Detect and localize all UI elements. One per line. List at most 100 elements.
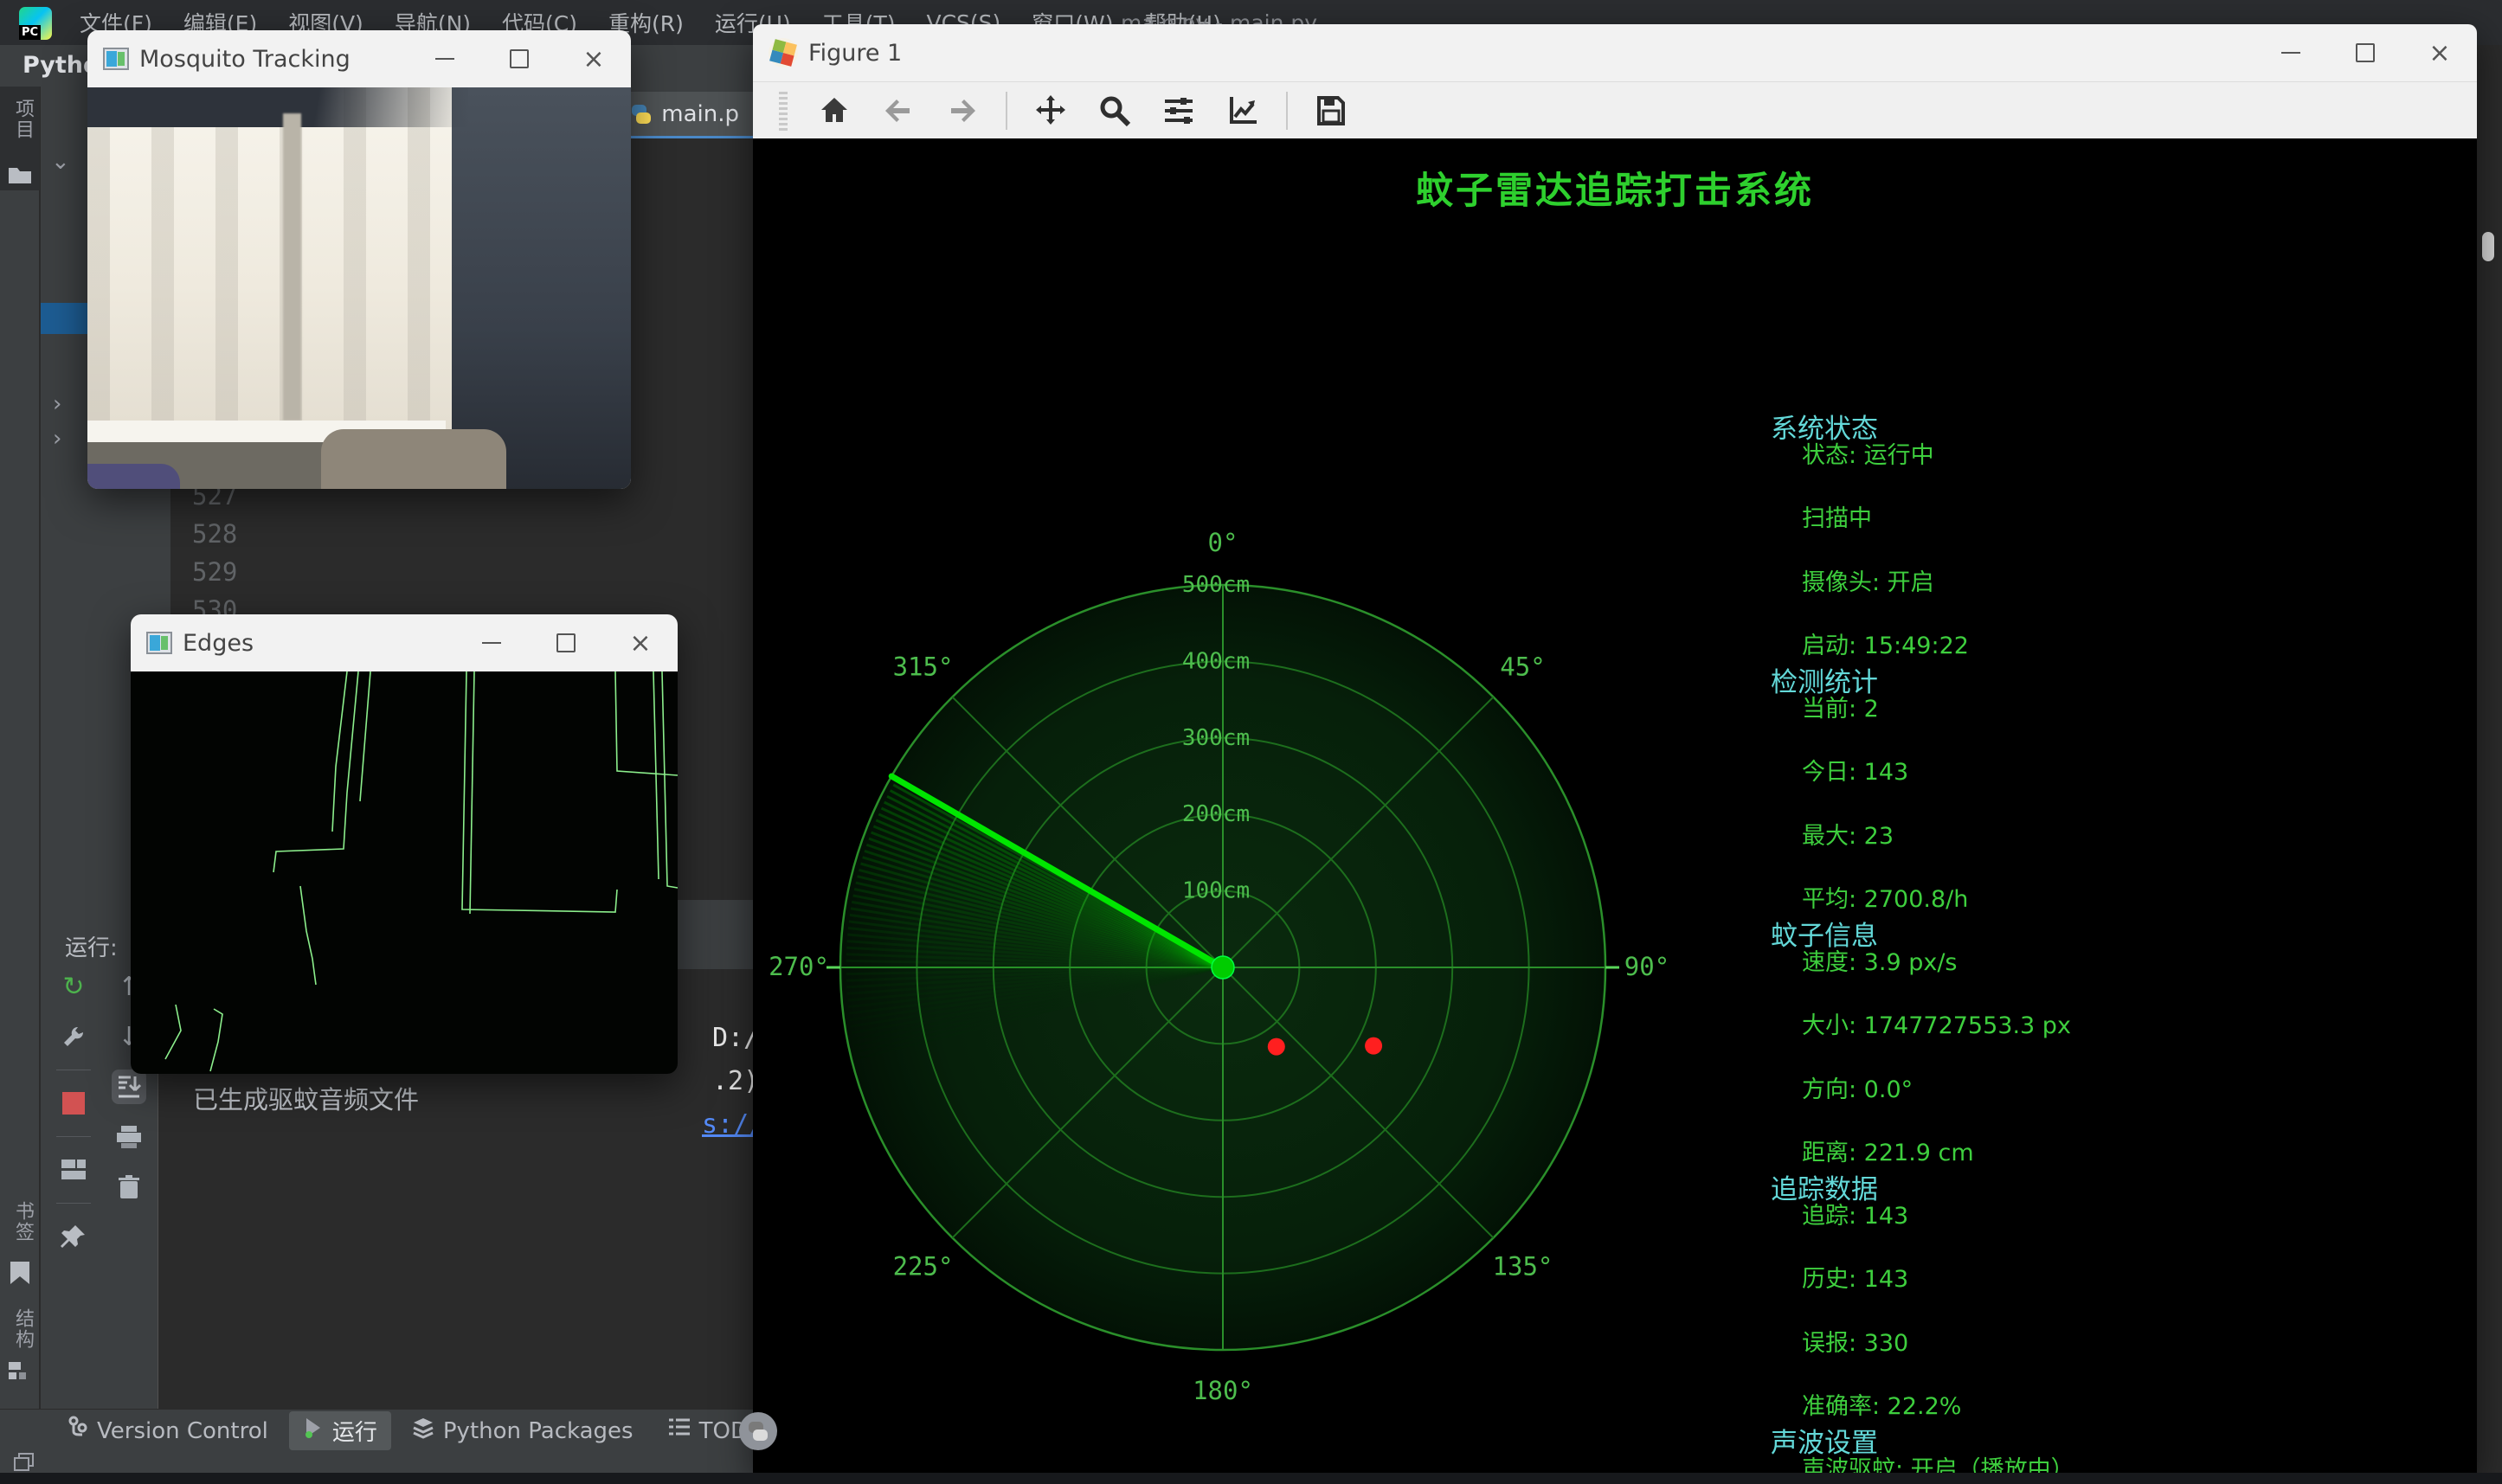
tool-button-label: 运行	[331, 1420, 377, 1446]
sidebar-tab-bookmarks[interactable]: 书签	[9, 1201, 36, 1246]
edges-window: Edges ×	[131, 614, 678, 1074]
tool-button-label: Version Control	[97, 1417, 268, 1444]
toolbar-home-icon[interactable]	[814, 90, 855, 132]
panel-row: 方向: 0.0°	[1802, 1076, 1913, 1103]
panel-row: 追踪: 143	[1802, 1203, 1909, 1230]
tool-window-bar: Version Control 运行 Python Packages TODO	[0, 1409, 765, 1452]
toolbar-grip[interactable]	[779, 90, 788, 131]
edges-titlebar[interactable]: Edges ×	[131, 614, 678, 671]
camera-window: Mosquito Tracking ×	[87, 30, 631, 489]
git-branch-icon	[68, 1416, 88, 1446]
panel-row: 摄像头: 开启	[1802, 569, 1934, 596]
matplotlib-toolbar	[753, 81, 2477, 138]
panel-row: 历史: 143	[1802, 1266, 1909, 1293]
maximize-button[interactable]	[2328, 24, 2402, 81]
pin-icon[interactable]	[56, 1219, 91, 1254]
chevron-right-icon[interactable]: ›	[53, 391, 61, 417]
trash-button[interactable]	[112, 1170, 146, 1205]
layout-restore-icon[interactable]	[14, 1453, 35, 1472]
chair-silhouette	[321, 428, 506, 489]
run-play-icon	[303, 1417, 324, 1445]
svg-text:180°: 180°	[1193, 1376, 1253, 1405]
pycharm-logo-icon: PC	[19, 7, 52, 40]
maximize-button[interactable]	[529, 614, 603, 671]
todo-list-icon	[668, 1417, 691, 1444]
stop-button[interactable]	[56, 1086, 91, 1121]
run-panel-label: 运行:	[65, 935, 118, 961]
toolbar-axes-icon[interactable]	[1222, 90, 1264, 132]
svg-text:45°: 45°	[1500, 652, 1545, 682]
camera-window-title: Mosquito Tracking	[139, 45, 351, 73]
left-tool-strip: 项目 书签 结构	[0, 87, 40, 1409]
layout-button[interactable]	[56, 1153, 91, 1187]
panel-row: 今日: 143	[1802, 759, 1909, 786]
python-logo-icon	[739, 1412, 777, 1450]
line-number: 529	[192, 557, 238, 587]
python-file-icon	[630, 103, 653, 125]
tool-button-run[interactable]: 运行	[288, 1411, 391, 1450]
opencv-window-icon	[146, 632, 172, 654]
toolbar-subplots-icon[interactable]	[1158, 90, 1200, 132]
edges-window-title: Edges	[183, 629, 254, 657]
camera-titlebar[interactable]: Mosquito Tracking ×	[87, 30, 631, 87]
panel-row: 速度: 3.9 px/s	[1802, 949, 1958, 976]
panel-row: 大小: 1747727553.3 px	[1802, 1012, 2071, 1039]
panel-row: 状态: 运行中	[1802, 442, 1934, 469]
settings-wrench-button[interactable]	[56, 1019, 91, 1054]
line-number: 528	[192, 519, 238, 549]
tool-button-version-control[interactable]: Version Control	[54, 1412, 282, 1449]
chevron-down-icon[interactable]: ⌄	[51, 149, 70, 175]
folder-icon	[9, 168, 31, 183]
svg-text:135°: 135°	[1493, 1251, 1553, 1281]
panel-row: 平均: 2700.8/h	[1802, 886, 1969, 913]
figure-titlebar[interactable]: Figure 1 ×	[753, 24, 2477, 81]
tool-button-label: Python Packages	[442, 1417, 634, 1444]
svg-text:90°: 90°	[1624, 952, 1669, 981]
svg-text:400cm: 400cm	[1182, 648, 1250, 674]
toolbar-separator	[1286, 91, 1288, 130]
chevron-right-icon[interactable]: ›	[53, 426, 61, 452]
toolbar-separator	[1006, 91, 1007, 130]
figure-window: Figure 1 × 蚊子雷达追踪打击系统 100cm 200cm 300cm 400…	[753, 24, 2477, 1473]
status-bar	[0, 1452, 753, 1473]
svg-text:500cm: 500cm	[1182, 572, 1250, 598]
svg-text:270°: 270°	[769, 952, 829, 981]
minimize-button[interactable]	[408, 30, 482, 87]
svg-text:315°: 315°	[893, 652, 954, 682]
matplotlib-icon	[769, 38, 798, 67]
svg-text:200cm: 200cm	[1182, 801, 1250, 827]
close-button[interactable]: ×	[603, 614, 678, 671]
bookmark-icon	[10, 1262, 29, 1284]
panel-row: 声波驱蚊: 开启（播放中）	[1802, 1456, 2074, 1473]
svg-text:0°: 0°	[1208, 528, 1238, 557]
scroll-to-end-button[interactable]	[112, 1070, 146, 1104]
panel-row: 当前: 2	[1802, 696, 1879, 723]
figure-window-title: Figure 1	[808, 39, 903, 67]
console-output-line: 已生成驱蚊音频文件	[193, 1085, 420, 1115]
opencv-window-icon	[103, 48, 129, 70]
close-button[interactable]: ×	[556, 30, 631, 87]
figure-canvas: 蚊子雷达追踪打击系统 100cm 200cm 300cm 400cm 500cm 0° 45…	[753, 138, 2477, 1473]
panel-row: 准确率: 22.2%	[1802, 1393, 1962, 1420]
panel-row: 最大: 23	[1802, 823, 1894, 850]
toolbar-zoom-icon[interactable]	[1094, 90, 1135, 132]
toolbar-pan-icon[interactable]	[1030, 90, 1071, 132]
close-button[interactable]: ×	[2402, 24, 2477, 81]
svg-text:100cm: 100cm	[1182, 878, 1250, 904]
rerun-button[interactable]: ↻	[56, 969, 91, 1004]
sidebar-tab-project[interactable]: 项目	[9, 99, 36, 144]
sidebar-tab-structure[interactable]: 结构	[9, 1308, 36, 1353]
tab-main-py[interactable]: main.p	[616, 92, 753, 138]
toolbar-save-icon[interactable]	[1310, 90, 1352, 132]
structure-icon	[9, 1362, 26, 1379]
toolbar-forward-icon[interactable]	[942, 90, 983, 132]
tool-button-python-packages[interactable]: Python Packages	[398, 1413, 647, 1449]
panel-row: 扫描中	[1802, 505, 1872, 532]
minimize-button[interactable]	[2254, 24, 2328, 81]
minimize-button[interactable]	[454, 614, 529, 671]
maximize-button[interactable]	[482, 30, 556, 87]
editor-scrollbar	[2477, 87, 2502, 1473]
scrollbar-thumb[interactable]	[2482, 232, 2494, 261]
print-button[interactable]	[112, 1120, 146, 1154]
toolbar-back-icon[interactable]	[878, 90, 919, 132]
